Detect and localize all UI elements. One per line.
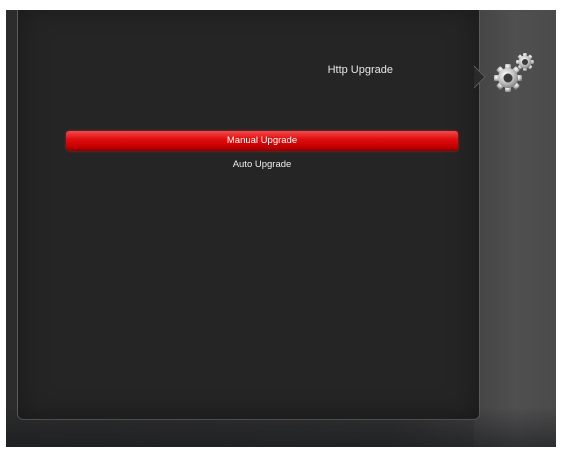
tv-screen: Http Upgrade Manual Upgrade Auto Upgrade [6, 10, 556, 447]
menu-list: Manual Upgrade Auto Upgrade [66, 131, 458, 179]
menu-item-auto-upgrade[interactable]: Auto Upgrade [66, 155, 458, 175]
menu-item-manual-upgrade[interactable]: Manual Upgrade [66, 131, 458, 151]
page-title: Http Upgrade [327, 64, 393, 76]
chevron-right-icon [473, 65, 486, 89]
gears-icon [494, 53, 534, 92]
main-panel: Http Upgrade Manual Upgrade Auto Upgrade [17, 10, 480, 420]
